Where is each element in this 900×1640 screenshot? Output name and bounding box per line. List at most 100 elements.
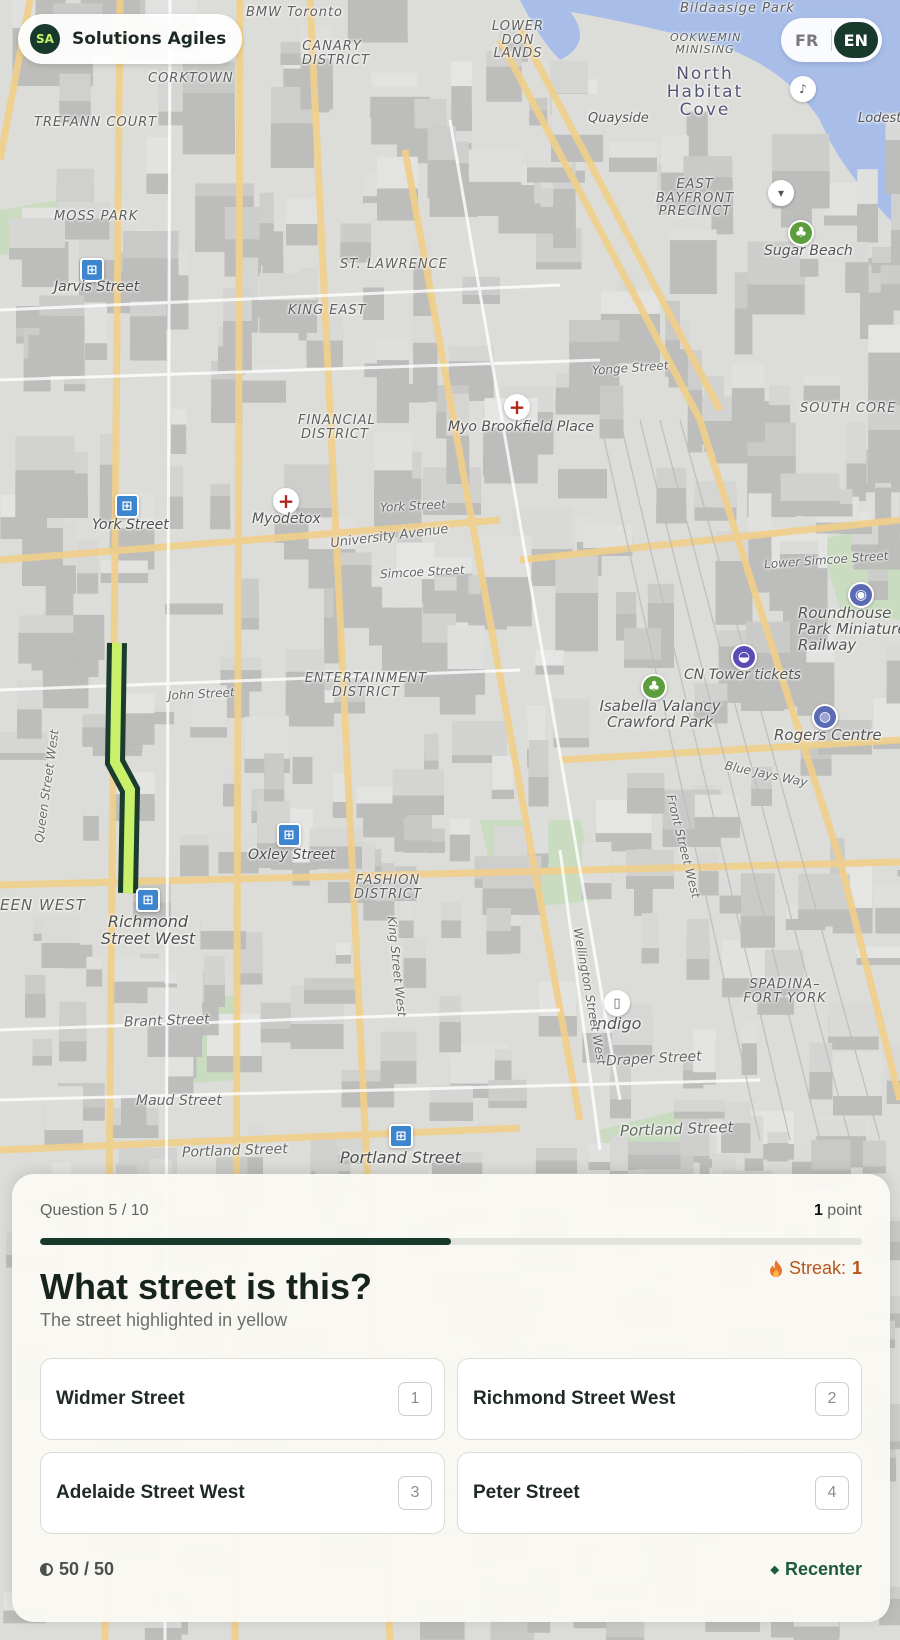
map-label: BMW Toronto bbox=[246, 5, 343, 20]
language-fr-button[interactable]: FR bbox=[785, 22, 829, 58]
map-label: EAST BAYFRONT PRECINCT bbox=[655, 177, 735, 220]
map-label: SPADINA–FORT YORK bbox=[743, 977, 827, 1006]
metro-station-icon[interactable]: ⊞ bbox=[277, 823, 301, 847]
building-facade bbox=[767, 1142, 789, 1162]
building-facade bbox=[25, 993, 46, 1018]
building-facade bbox=[380, 1061, 417, 1084]
building-facade bbox=[780, 500, 840, 516]
brand-logo: SA bbox=[30, 24, 60, 54]
building-facade bbox=[304, 989, 357, 1004]
building-roof bbox=[195, 183, 254, 197]
building-roof bbox=[449, 818, 470, 835]
building-roof bbox=[674, 1100, 725, 1112]
building-facade bbox=[129, 316, 167, 361]
building-roof bbox=[59, 1001, 87, 1042]
building-facade bbox=[621, 1154, 681, 1169]
building-facade bbox=[347, 0, 408, 43]
map-label: OOKWEMIN MINISING bbox=[670, 31, 742, 56]
building-roof bbox=[625, 849, 674, 877]
building-roof bbox=[15, 436, 75, 471]
answer-label: Richmond Street West bbox=[473, 1388, 676, 1409]
building-roof bbox=[621, 1141, 681, 1155]
building-roof bbox=[403, 938, 427, 959]
metro-station-icon[interactable]: ⊞ bbox=[115, 494, 139, 518]
building-roof bbox=[486, 908, 511, 932]
trash-icon[interactable]: ▾ bbox=[768, 180, 794, 206]
building-facade bbox=[494, 1060, 512, 1080]
building-facade bbox=[528, 776, 549, 807]
building-facade bbox=[41, 943, 80, 968]
answer-option-1[interactable]: Widmer Street 1 bbox=[40, 1358, 445, 1440]
building-roof bbox=[683, 156, 733, 178]
answer-option-3[interactable]: Adelaide Street West 3 bbox=[40, 1452, 445, 1534]
building-roof bbox=[285, 648, 325, 672]
brand-name: Solutions Agiles bbox=[72, 29, 227, 49]
answer-label: Adelaide Street West bbox=[56, 1482, 245, 1503]
building-facade bbox=[86, 969, 103, 987]
building-roof bbox=[857, 169, 878, 204]
answer-option-2[interactable]: Richmond Street West 2 bbox=[457, 1358, 862, 1440]
map-label: FINANCIAL DISTRICT bbox=[298, 413, 376, 442]
building-roof bbox=[875, 884, 900, 908]
building-roof bbox=[599, 385, 624, 420]
building-facade bbox=[845, 262, 869, 293]
building-facade bbox=[868, 429, 900, 483]
building-facade bbox=[210, 495, 231, 530]
language-en-button[interactable]: EN bbox=[833, 22, 878, 58]
building-roof bbox=[669, 229, 717, 241]
building-facade bbox=[656, 488, 687, 524]
building-facade bbox=[555, 593, 598, 652]
building-roof bbox=[244, 716, 290, 759]
building-facade bbox=[73, 614, 105, 660]
building-facade bbox=[535, 1160, 578, 1174]
recenter-button[interactable]: ◆ Recenter bbox=[770, 1559, 862, 1580]
building-facade bbox=[259, 223, 274, 266]
building-roof bbox=[772, 133, 830, 172]
street-label: Brant Street bbox=[123, 1011, 210, 1031]
building-roof bbox=[146, 137, 170, 174]
building-roof bbox=[340, 223, 371, 242]
building-facade bbox=[341, 1081, 395, 1108]
building-roof bbox=[292, 746, 313, 757]
building-roof bbox=[862, 1140, 886, 1167]
building-roof bbox=[451, 61, 472, 87]
metro-station-icon[interactable]: ⊞ bbox=[389, 1124, 413, 1148]
building-facade bbox=[610, 1099, 631, 1119]
music-icon[interactable]: ♪ bbox=[790, 76, 816, 102]
map-label: FASHION DISTRICT bbox=[354, 873, 422, 902]
metro-station-icon[interactable]: ⊞ bbox=[136, 888, 160, 912]
map-label: Quayside bbox=[588, 111, 649, 126]
building-facade bbox=[204, 985, 225, 1007]
street-label: Maud Street bbox=[136, 1093, 222, 1109]
building-facade bbox=[441, 920, 461, 938]
building-facade bbox=[376, 360, 410, 424]
building-roof bbox=[535, 650, 564, 666]
building-facade bbox=[59, 1041, 87, 1062]
map-label: LOWER DON LANDS bbox=[491, 19, 545, 62]
station-label: York Street bbox=[92, 517, 169, 533]
building-roof bbox=[335, 942, 351, 956]
answer-label: Peter Street bbox=[473, 1482, 580, 1503]
building-roof bbox=[880, 265, 900, 285]
book-icon[interactable]: ▯ bbox=[604, 990, 630, 1016]
building-facade bbox=[39, 315, 85, 365]
building-facade bbox=[182, 93, 235, 155]
building-roof bbox=[609, 142, 657, 158]
medical-icon[interactable]: + bbox=[504, 394, 530, 420]
building-facade bbox=[451, 86, 472, 131]
building-roof bbox=[868, 570, 889, 581]
building-roof bbox=[374, 432, 413, 471]
building-roof bbox=[528, 739, 549, 777]
building-facade bbox=[581, 882, 612, 899]
building-facade bbox=[641, 948, 660, 964]
quiz-footer: 50 / 50 ◆ Recenter bbox=[40, 1559, 862, 1580]
building-facade bbox=[857, 203, 878, 243]
building-roof bbox=[280, 41, 302, 54]
building-facade bbox=[427, 160, 456, 199]
building-facade bbox=[625, 876, 674, 889]
building-roof bbox=[811, 1139, 851, 1171]
building-roof bbox=[581, 841, 612, 883]
building-roof bbox=[767, 1131, 789, 1143]
brand-pill[interactable]: SA Solutions Agiles bbox=[18, 14, 243, 64]
answer-option-4[interactable]: Peter Street 4 bbox=[457, 1452, 862, 1534]
